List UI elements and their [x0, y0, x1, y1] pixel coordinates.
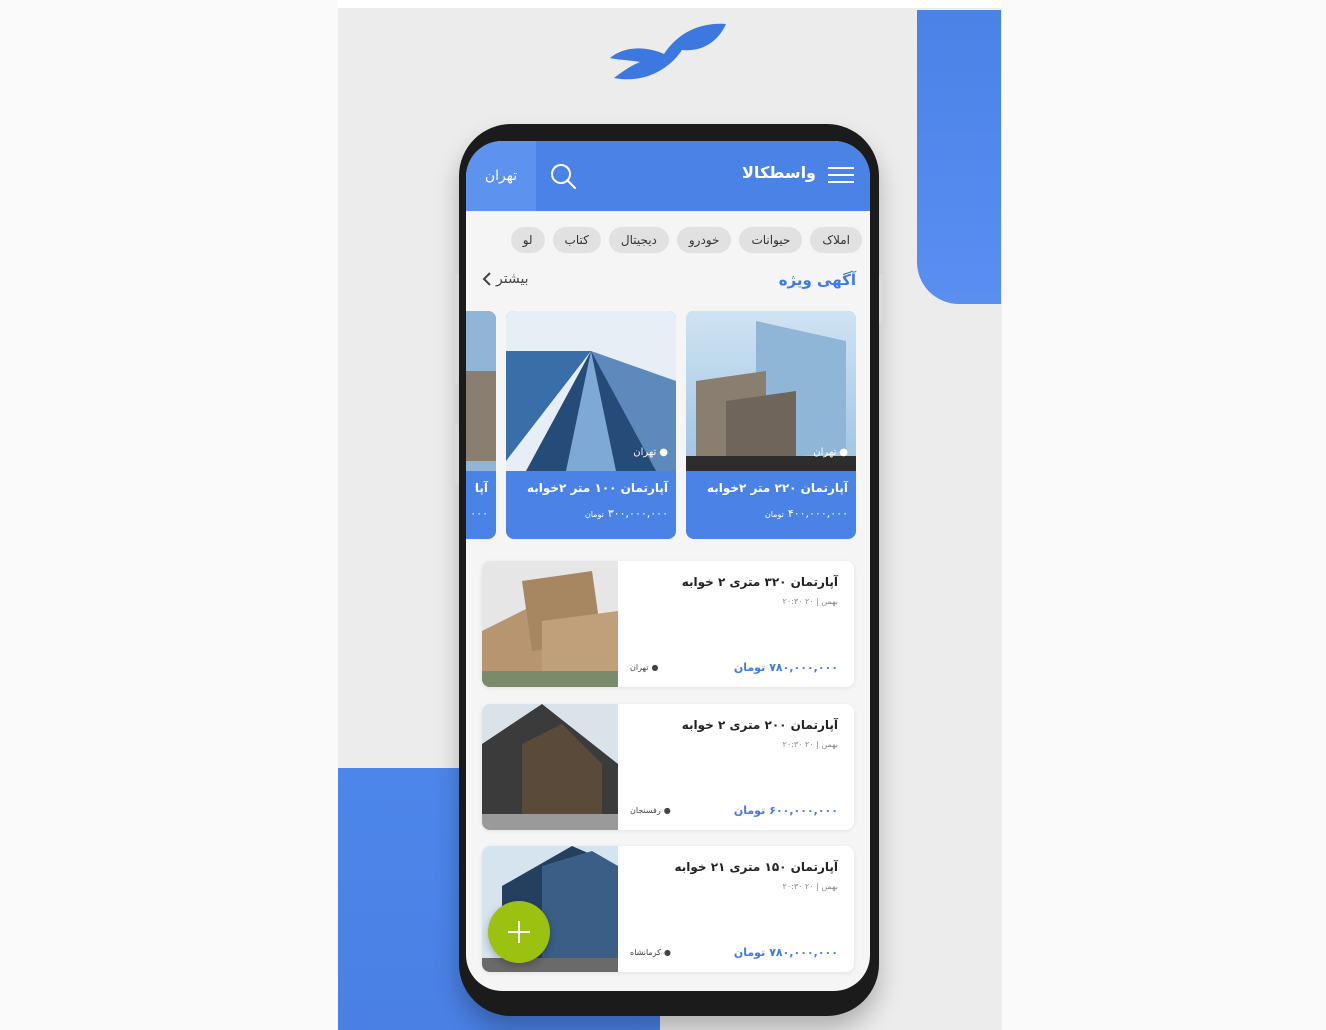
listing-location: ● رفسنجان — [630, 806, 671, 815]
listing-date: بهمن | ۲۰ ۲۰:۳۰ — [782, 882, 838, 891]
phone-side-button — [455, 274, 459, 384]
featured-card[interactable]: ● تهران آپارتمان ۲۲۰ متر ۲خوابه ۴۰۰,۰۰۰,… — [686, 311, 856, 539]
category-chip[interactable]: لو — [510, 227, 545, 253]
category-chip[interactable]: خودرو — [676, 227, 732, 253]
listing-location: ● کرمانشاه — [630, 948, 671, 957]
category-chip[interactable]: حیوانات — [739, 227, 803, 253]
featured-title: آپا — [474, 481, 488, 495]
brand-logo — [610, 23, 726, 80]
featured-location: ● تهران — [633, 447, 668, 458]
location-pin-icon: ● — [839, 447, 848, 458]
featured-title: آپارتمان ۱۰۰ متر ۲خوابه — [526, 481, 668, 495]
add-listing-button[interactable] — [488, 901, 550, 963]
chevron-left-icon — [482, 272, 491, 286]
listing-price: ۶۰۰,۰۰۰,۰۰۰ تومان — [733, 804, 838, 817]
app-title: واسطکالا — [742, 163, 816, 182]
category-chip[interactable]: دیجیتال — [608, 227, 669, 253]
featured-price: ۰۰۰ — [470, 507, 488, 520]
search-icon[interactable] — [548, 161, 578, 191]
app-screen: تهران واسطکالا املاک حیوانات خودرو دیجیت… — [466, 141, 870, 991]
listing-card[interactable]: آپارتمان ۳۲۰ متری ۲ خوابه بهمن | ۲۰ ۲۰:۳… — [482, 561, 854, 687]
category-chip[interactable]: کتاب — [552, 227, 601, 253]
outer-background-right — [1002, 0, 1326, 1030]
featured-card[interactable]: ● تهران آپارتمان ۱۰۰ متر ۲خوابه ۳۰۰,۰۰۰,… — [506, 311, 676, 539]
featured-section-title: آگهی ویژه — [778, 271, 856, 289]
featured-title: آپارتمان ۲۲۰ متر ۲خوابه — [706, 481, 848, 495]
listing-photo — [482, 561, 618, 687]
phone-frame: تهران واسطکالا املاک حیوانات خودرو دیجیت… — [455, 124, 883, 1016]
phone-side-button — [455, 424, 459, 484]
featured-card[interactable]: آپا ۰۰۰ — [466, 311, 496, 539]
location-pin-icon: ● — [659, 447, 668, 458]
listing-date: بهمن | ۲۰ ۲۰:۳۰ — [782, 597, 838, 606]
outer-background-left — [0, 0, 338, 1030]
listing-card[interactable]: آپارتمان ۲۰۰ متری ۲ خوابه بهمن | ۲۰ ۲۰:۳… — [482, 704, 854, 830]
featured-location: ● تهران — [813, 447, 848, 458]
listing-photo — [482, 704, 618, 830]
listing-date: بهمن | ۲۰ ۲۰:۳۰ — [782, 740, 838, 749]
city-label: تهران — [484, 168, 518, 184]
decorative-block-top-right — [917, 10, 1001, 304]
listing-price: ۷۸۰,۰۰۰,۰۰۰ تومان — [733, 946, 838, 959]
location-pin-icon: ● — [663, 806, 671, 815]
hamburger-menu-icon[interactable] — [828, 167, 854, 185]
plus-icon — [508, 921, 530, 943]
city-selector[interactable]: تهران — [466, 141, 536, 211]
building-photo — [466, 311, 496, 471]
featured-price: ۴۰۰,۰۰۰,۰۰۰ تومان — [764, 507, 848, 520]
listing-title: آپارتمان ۳۲۰ متری ۲ خوابه — [681, 575, 838, 589]
listing-title: آپارتمان ۲۰۰ متری ۲ خوابه — [681, 718, 838, 732]
listing-price: ۷۸۰,۰۰۰,۰۰۰ تومان — [733, 661, 838, 674]
location-pin-icon: ● — [651, 663, 659, 672]
phone-power-button — [879, 274, 883, 324]
featured-price: ۳۰۰,۰۰۰,۰۰۰ تومان — [584, 507, 668, 520]
category-chip[interactable]: املاک — [810, 227, 862, 253]
listing-title: آپارتمان ۱۵۰ متری ۲۱ خوابه — [674, 860, 838, 874]
category-chips: املاک حیوانات خودرو دیجیتال کتاب لو — [510, 227, 862, 253]
more-label: بیشتر — [496, 271, 529, 287]
listing-location: ● تهران — [630, 663, 659, 672]
app-bar: تهران واسطکالا — [466, 141, 870, 211]
more-link[interactable]: بیشتر — [482, 271, 529, 287]
location-pin-icon: ● — [663, 948, 671, 957]
